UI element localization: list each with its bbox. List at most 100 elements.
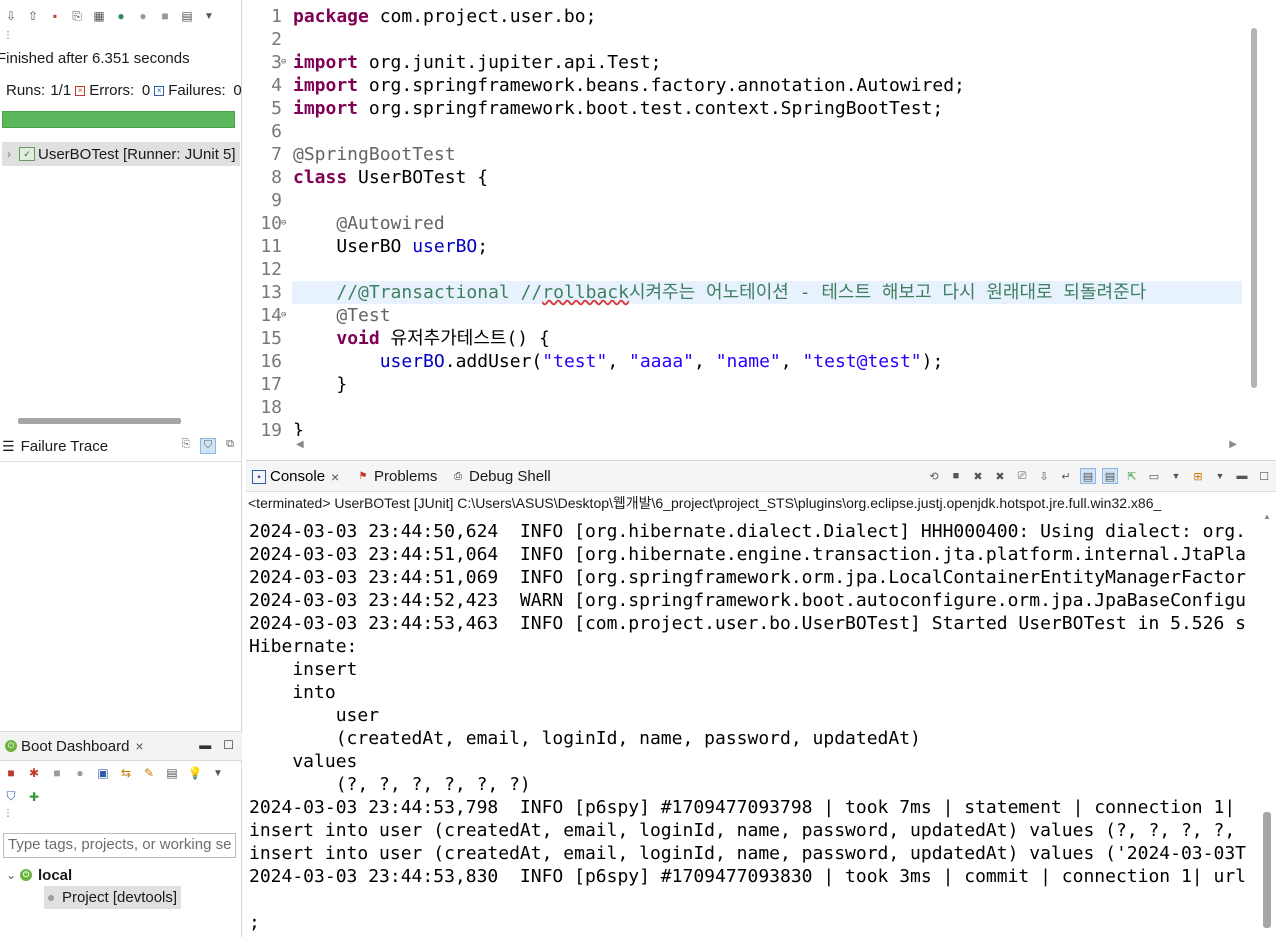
scroll-left-icon[interactable]: ◀ [296,439,304,450]
code-editor[interactable]: 1 package com.project.user.bo; 2 3 ⊖ import o… [246,4,1276,436]
filter-stack-icon[interactable]: ⛉ [200,438,216,454]
minimize-icon[interactable]: ▬ [1234,468,1250,484]
drag-handle-icon[interactable]: ⋮ [3,30,13,41]
add-icon[interactable]: ✚ [25,788,43,806]
remove-launch-icon[interactable]: ✖ [970,468,986,484]
code-line[interactable]: 9 [246,189,1246,212]
terminate-icon[interactable]: ■ [948,468,964,484]
fold-icon[interactable]: ⊖ [281,212,286,235]
next-failure-icon[interactable]: ⇩ [2,7,20,25]
code-line[interactable]: 17 } [246,373,1246,396]
tab-console[interactable]: ▪ Console × [252,468,339,485]
code-text: @SpringBootTest [293,144,456,165]
fold-icon[interactable]: ⊖ [281,51,286,74]
line-number: 12 [260,259,282,280]
show-skipped-icon[interactable]: ⎘ [68,7,86,25]
boot-dashboard-tab[interactable]: ⏻ Boot Dashboard × ▬ ☐ [0,731,242,761]
view-menu-icon[interactable]: ▼ [200,7,218,25]
stop-icon[interactable]: ■ [156,7,174,25]
tab-debug-shell[interactable]: ⎙ Debug Shell [451,468,551,485]
console-line: 2024-03-03 23:44:51,069 INFO [org.spring… [249,567,1246,588]
console-vertical-scrollbar[interactable]: ▲ [1263,512,1271,937]
rerun-test-icon[interactable]: ● [112,7,130,25]
dropdown-icon[interactable]: ▼ [1212,468,1228,484]
code-line[interactable]: 3 ⊖ import org.junit.jupiter.api.Test; [246,51,1246,74]
pause-icon[interactable]: ● [71,764,89,782]
clear-console-icon[interactable]: ⎚ [1014,468,1030,484]
code-text: } [293,420,304,436]
code-line[interactable]: 1 package com.project.user.bo; [246,5,1246,28]
code-line[interactable]: 15 void 유저추가테스트() { [246,327,1246,350]
compare-icon[interactable]: ⎘ [178,438,194,454]
scroll-up-icon[interactable]: ▲ [1263,512,1271,521]
error-icon: × [75,85,86,96]
maximize-icon[interactable]: ☐ [1256,468,1272,484]
tree-item-project[interactable]: Project [devtools] [44,886,182,909]
tab-problems[interactable]: ⚑ Problems [356,468,438,485]
tree-item-local[interactable]: ⌄ ⏻ local [6,864,72,886]
code-line[interactable]: 6 [246,120,1246,143]
previous-failure-icon[interactable]: ⇧ [24,7,42,25]
chevron-right-icon[interactable]: › [2,147,16,161]
console-icon: ▪ [252,469,266,484]
fold-icon[interactable]: ⊖ [281,304,286,327]
display-console-icon[interactable]: ▭ [1146,468,1162,484]
layout-icon[interactable]: ▤ [163,764,181,782]
drag-handle-icon[interactable]: ⋮ [3,808,13,819]
show-failures-only-icon[interactable]: ▪ [46,7,64,25]
chevron-down-icon[interactable]: ⌄ [6,868,20,882]
code-line[interactable]: 19} [246,419,1246,436]
open-config-icon[interactable]: ⇆ [117,764,135,782]
code-line[interactable]: 8 class UserBOTest { [246,166,1246,189]
test-run-history-icon[interactable]: ▤ [178,7,196,25]
editor-vertical-scrollbar[interactable] [1251,28,1257,388]
relaunch-icon[interactable]: ⟲ [926,468,942,484]
show-on-stderr-icon[interactable]: ▤ [1102,468,1118,484]
stop-icon[interactable]: ■ [48,764,66,782]
console-icon[interactable]: ▣ [94,764,112,782]
console-line: insert into user (createdAt, email, logi… [249,843,1246,864]
close-icon[interactable]: × [331,469,339,485]
code-line[interactable]: 2 [246,28,1246,51]
console-output[interactable]: 2024-03-03 23:44:50,624 INFO [org.hibern… [249,511,1259,937]
show-on-stdout-icon[interactable]: ▤ [1080,468,1096,484]
test-tree-item[interactable]: › ✓ UserBOTest [Runner: JUnit 5] [2,142,240,166]
filter-icon[interactable]: ⛉ [2,788,20,806]
pin-console-icon[interactable]: ⇱ [1124,468,1140,484]
rerun-failed-first-icon[interactable]: ● [134,7,152,25]
code-line[interactable]: 16 userBO.addUser("test", "aaaa", "name"… [246,350,1246,373]
code-line[interactable]: 18 [246,396,1246,419]
remove-all-icon[interactable]: ✖ [992,468,1008,484]
scrollbar-thumb[interactable] [1263,812,1271,928]
edit-icon[interactable]: ✎ [140,764,158,782]
code-line[interactable]: 10 ⊖ @Autowired [246,212,1246,235]
code-line[interactable]: 11 UserBO userBO; [246,235,1246,258]
code-line[interactable]: 5 import org.springframework.boot.test.co… [246,97,1246,120]
errors-value: 0 [141,82,151,99]
status-dot-icon [48,894,54,901]
open-console-icon[interactable]: ⊞ [1190,468,1206,484]
code-line[interactable]: 4 import org.springframework.beans.factor… [246,74,1246,97]
close-icon[interactable]: × [135,738,143,754]
tree-horizontal-scrollbar[interactable] [18,418,181,424]
minimize-icon[interactable]: ▬ [199,738,211,752]
debug-icon[interactable]: ✱ [25,764,43,782]
scroll-right-icon[interactable]: ▶ [1229,439,1237,450]
dropdown-icon[interactable]: ▼ [1168,468,1184,484]
code-line[interactable]: 7 @SpringBootTest [246,143,1246,166]
copy-trace-icon[interactable]: ⧉ [222,438,238,454]
start-icon[interactable]: ■ [2,764,20,782]
code-line[interactable]: 14 ⊖ @Test [246,304,1246,327]
scroll-lock-icon[interactable]: ⇩ [1036,468,1052,484]
editor-horizontal-scrollbar[interactable]: ◀ ▶ [294,437,1239,455]
code-line[interactable]: 12 [246,258,1246,281]
dropdown-icon[interactable]: ▼ [209,764,227,782]
lightbulb-icon[interactable]: 💡 [186,764,204,782]
maximize-icon[interactable]: ☐ [223,738,234,752]
boot-filter-input[interactable]: Type tags, projects, or working se [3,833,236,858]
line-number: 18 [260,397,282,418]
word-wrap-icon[interactable]: ↵ [1058,468,1074,484]
line-number: 13 [260,282,282,303]
scroll-lock-icon[interactable]: ▦ [90,7,108,25]
code-line[interactable]: 13 //@Transactional //rollback시켜주는 어노테이션… [246,281,1246,304]
